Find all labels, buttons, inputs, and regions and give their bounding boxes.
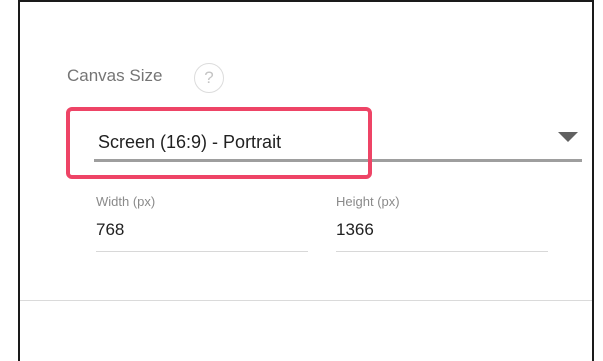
canvas-settings-panel: Canvas Size ? Screen (16:9) - Portrait W…: [18, 0, 594, 361]
dropdown-caret-icon[interactable]: [558, 132, 578, 142]
height-underline: [336, 251, 548, 252]
width-field[interactable]: Width (px) 768: [96, 194, 308, 252]
width-label: Width (px): [96, 194, 156, 209]
height-label: Height (px): [336, 194, 400, 209]
section-divider: [20, 300, 592, 301]
width-value[interactable]: 768: [96, 220, 308, 240]
height-field[interactable]: Height (px) 1366: [336, 194, 548, 252]
height-value[interactable]: 1366: [336, 220, 548, 240]
highlight-box: [66, 107, 372, 179]
canvas-size-label: Canvas Size: [67, 66, 163, 85]
help-icon[interactable]: ?: [194, 63, 224, 93]
width-underline: [96, 251, 308, 252]
help-glyph: ?: [204, 68, 214, 87]
